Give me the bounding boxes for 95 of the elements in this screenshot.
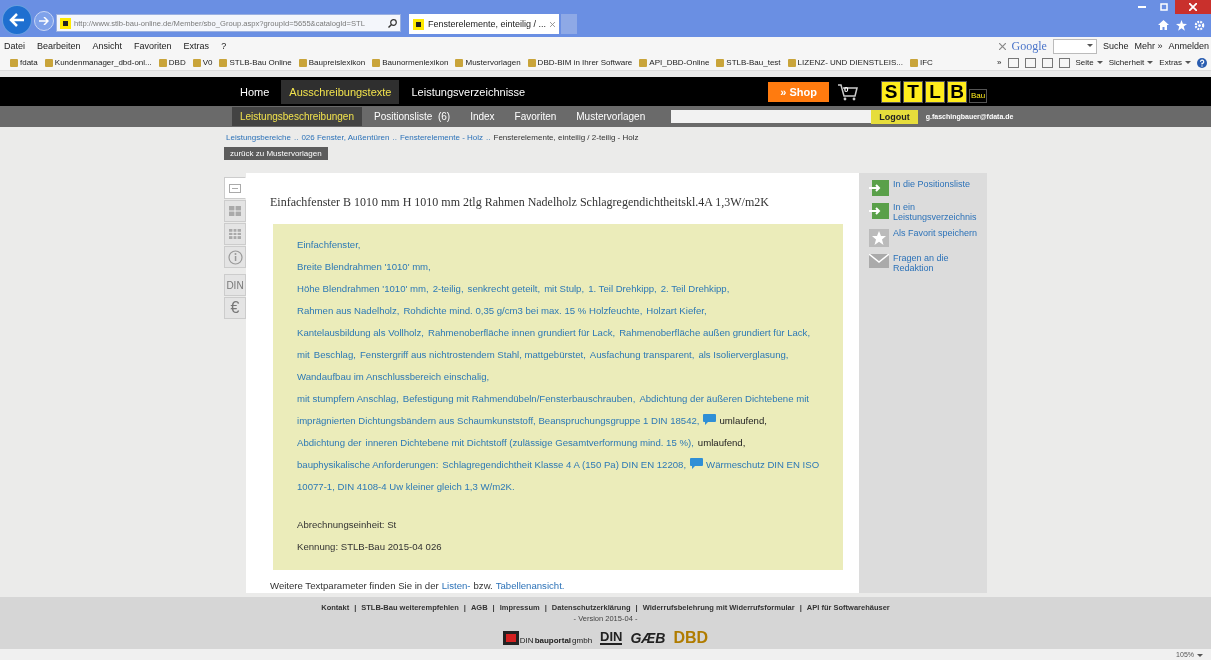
search-brand: Google — [1011, 38, 1047, 54]
subnav-tab[interactable]: Mustervorlagen — [568, 107, 654, 126]
menu-item[interactable]: Favoriten — [134, 41, 172, 51]
favorite-link[interactable]: Mustervorlagen — [455, 58, 521, 67]
action-link[interactable]: Fragen an die Redaktion — [859, 253, 987, 273]
command-menu[interactable]: Sicherheit — [1108, 58, 1154, 67]
subnav-tab[interactable]: Index — [462, 107, 503, 126]
parameter-link[interactable]: Befestigung mit Rahmendübeln/Fensterbauschrauben, — [402, 392, 636, 405]
breadcrumb-link[interactable]: Fensterelemente - Holz — [399, 133, 484, 142]
side-tab[interactable]: DIN — [224, 274, 246, 296]
breadcrumb-link[interactable]: 026 Fenster, Außentüren — [301, 133, 390, 142]
search-button[interactable]: Suche — [1102, 41, 1129, 51]
command-menu[interactable]: Seite — [1075, 58, 1103, 67]
parameter-link[interactable]: Breite Blendrahmen '1010' mm, — [297, 260, 431, 273]
billing-unit: Abrechnungseinheit: St — [297, 518, 398, 532]
parameter-link[interactable]: Abdichtung der — [297, 436, 362, 449]
parameter-link[interactable]: Wärmeschutz DIN EN ISO — [706, 458, 820, 471]
favorite-link[interactable]: Kundenmanager_dbd-onl... — [44, 58, 152, 67]
parameter-link[interactable]: Holzart Kiefer, — [646, 304, 707, 317]
parameter-link[interactable]: Rahmen aus Nadelholz, — [297, 304, 400, 317]
back-to-templates-button[interactable]: zurück zu Mustervorlagen — [224, 147, 328, 160]
view-link[interactable]: Listen- — [441, 580, 471, 591]
parameter-link[interactable]: 10077-1, DIN 4108-4 Uw kleiner gleich 1,3 W/m2K. — [297, 480, 515, 493]
parameter-link[interactable]: 2-teilig, — [432, 282, 464, 295]
parameter-link[interactable]: mit stumpfem Anschlag, — [297, 392, 399, 405]
browser-tab[interactable]: Fensterelemente, einteilig / ... — [409, 14, 559, 34]
favorite-link[interactable]: STLB-Bau_test — [716, 58, 781, 67]
parameter-link[interactable]: Beschlag, — [313, 348, 356, 361]
item-code: Kennung: STLB-Bau 2015-04 026 — [297, 540, 443, 554]
subnav-tab[interactable]: Favoriten — [506, 107, 565, 126]
gaeb-logo[interactable]: GÆB — [630, 630, 666, 646]
parameter-link[interactable]: mit — [297, 348, 310, 361]
command-menu[interactable]: Extras — [1159, 58, 1191, 67]
favorite-link[interactable]: DBD-BIM in Ihrer Software — [527, 58, 633, 67]
parameter-link[interactable]: bauphysikalische Anforderungen: — [297, 458, 439, 471]
side-tab[interactable]: € — [224, 297, 246, 319]
action-link[interactable]: Als Favorit speichern — [859, 228, 987, 247]
nav-tab[interactable]: Home — [232, 79, 278, 104]
view-link[interactable]: Tabellenansicht. — [495, 580, 565, 591]
breadcrumb-link[interactable]: Leistungsbereiche — [226, 133, 291, 142]
menu-item[interactable]: Extras — [183, 41, 210, 51]
nav-tab[interactable]: Ausschreibungstexte — [281, 79, 400, 104]
parameter-link[interactable]: mit Stulp, — [544, 282, 585, 295]
favorite-link[interactable]: DBD — [158, 58, 186, 67]
favorite-link[interactable]: IFC — [909, 58, 933, 67]
overflow-button[interactable]: » — [997, 58, 1002, 67]
parameter-link[interactable]: Rahmenoberfläche innen grundiert für Lack, — [427, 326, 616, 339]
menu-item[interactable]: Datei — [4, 41, 25, 51]
parameter-link[interactable]: 1. Teil Drehkipp, — [588, 282, 657, 295]
nav-tab[interactable]: Leistungsverzeichnisse — [403, 79, 534, 104]
parameter-link[interactable]: senkrecht geteilt, — [467, 282, 541, 295]
description-text: umlaufend, — [719, 414, 767, 427]
parameter-link[interactable]: Abdichtung der äußeren Dichtebene mit — [639, 392, 809, 405]
action-link[interactable]: In ein Leistungsverzeichnis — [859, 202, 987, 222]
info-text: bzw. — [473, 580, 493, 591]
cart-button[interactable]: 0 — [837, 82, 859, 101]
subnav-tab[interactable]: Leistungsbeschreibungen — [232, 107, 362, 126]
favorite-link[interactable]: LIZENZ- UND DIENSTLEIS... — [787, 58, 903, 67]
sign-in-button[interactable]: Anmelden — [1168, 41, 1209, 51]
parameter-link[interactable]: Rahmenoberfläche außen grundiert für Lack, — [619, 326, 811, 339]
parameter-link[interactable]: 2. Teil Drehkipp, — [660, 282, 730, 295]
menu-item[interactable]: ? — [221, 41, 227, 51]
parameter-link[interactable]: Einfachfenster, — [297, 238, 361, 251]
din-bauportal-logo[interactable]: DIN bauportalgmbh — [502, 631, 593, 645]
parameter-link[interactable]: Rohdichte mind. 0,35 g/cm3 bei max. 15 % Holzfeuchte, — [403, 304, 643, 317]
stlb-logo[interactable]: S T L B Bau — [881, 80, 987, 103]
favorite-link[interactable]: V0 — [192, 58, 213, 67]
menu-item[interactable]: Ansicht — [92, 41, 123, 51]
favorite-link[interactable]: fdata — [10, 58, 38, 67]
item-title: Einfachfenster B 1010 mm H 1010 mm 2tlg Rahmen Nadelholz Schlagregendichtheitskl.4A 1,3W/m2K — [270, 195, 770, 210]
parameter-link[interactable]: als Isolierverglasung, — [698, 348, 789, 361]
parameter-link[interactable]: imprägnierten Dichtungsbändern aus Schaumkunststoff, Beanspruchungsgruppe 1 DIN 18542, — [297, 414, 700, 427]
favorite-link[interactable]: API_DBD-Online — [639, 58, 710, 67]
favorite-link[interactable]: Baupreislexikon — [298, 58, 366, 67]
breadcrumb-separator: .. — [486, 133, 491, 142]
favorite-link[interactable]: Baunormenlexikon — [372, 58, 449, 67]
breadcrumb-separator: .. — [392, 133, 397, 142]
menu-item[interactable]: Bearbeiten — [37, 41, 81, 51]
din-logo[interactable]: DIN — [600, 631, 623, 645]
subnav-tab[interactable]: Positionsliste (6) — [366, 107, 459, 126]
logout-button[interactable]: Logout — [871, 109, 918, 124]
parameter-link[interactable]: Höhe Blendrahmen '1010' mm, — [297, 282, 429, 295]
breadcrumb-current: Fensterelemente, einteilig / 2-teilig - Holz — [493, 133, 639, 142]
parameter-link[interactable]: Wandaufbau im Anschlussbereich einschalig, — [297, 370, 490, 383]
parameter-link[interactable]: Fenstergriff aus nichtrostendem Stahl, mattgebürstet, — [359, 348, 586, 361]
favorite-link[interactable]: STLB-Bau Online — [219, 58, 292, 67]
parameter-link[interactable]: Kantelausbildung als Vollholz, — [297, 326, 424, 339]
description-text: umlaufend, — [697, 436, 746, 449]
parameter-link[interactable]: inneren Dichtebene mit Dichtstoff (zulässige Gesamtverformung mind. 15 %), — [365, 436, 694, 449]
action-link[interactable]: In die Positionsliste — [859, 179, 987, 196]
parameter-link[interactable]: Schlagregendichtheit Klasse 4 A (150 Pa) DIN EN 12208, — [442, 458, 687, 471]
breadcrumb-separator: .. — [293, 133, 299, 142]
info-text: Weitere Textparameter finden Sie in der — [270, 580, 439, 591]
parameter-link[interactable]: Ausfachung transparent, — [589, 348, 695, 361]
more-button[interactable]: Mehr » — [1134, 41, 1163, 51]
